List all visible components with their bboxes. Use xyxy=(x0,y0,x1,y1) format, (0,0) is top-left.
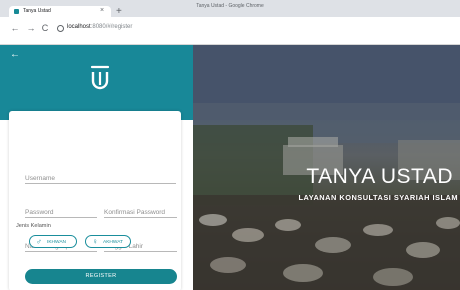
back-icon[interactable]: ← xyxy=(9,22,21,34)
confirm-password-field xyxy=(104,203,177,218)
back-arrow-icon[interactable]: ← xyxy=(10,49,20,60)
password-input[interactable] xyxy=(25,209,97,216)
password-field xyxy=(25,203,97,218)
male-icon: ♂ xyxy=(36,237,42,246)
forward-icon[interactable]: → xyxy=(25,22,37,34)
tab-close-icon[interactable]: × xyxy=(100,7,104,15)
gender-female-label: AKHWAT xyxy=(103,239,123,245)
tab-title: Tanya Ustad xyxy=(23,8,51,14)
tanya-ustad-logo-icon xyxy=(90,65,110,90)
female-icon: ♀ xyxy=(92,237,98,246)
browser-titlebar: Tanya Ustad - Google Chrome Tanya Ustad … xyxy=(0,0,460,17)
gender-male-label: IKHWAN xyxy=(47,239,67,245)
hero-title: TANYA USTAD xyxy=(306,165,453,188)
new-tab-icon[interactable]: + xyxy=(116,6,122,17)
username-field xyxy=(25,169,176,184)
browser-tab[interactable]: Tanya Ustad × xyxy=(9,6,111,17)
hero-subtitle: LAYANAN KONSULTASI SYARIAH ISLAM xyxy=(298,193,458,202)
reload-icon[interactable]: C xyxy=(39,22,51,34)
favicon-icon xyxy=(14,9,19,14)
browser-toolbar: ← → C localhost:8080/#/register xyxy=(0,17,460,45)
username-input[interactable] xyxy=(25,175,176,182)
site-info-icon[interactable] xyxy=(57,25,64,32)
address-bar[interactable]: localhost:8080/#/register xyxy=(67,24,132,30)
register-page: TANYA USTAD LAYANAN KONSULTASI SYARIAH I… xyxy=(0,45,460,290)
url-path: :8080/#/register xyxy=(90,24,133,30)
register-panel: ← Jenis Kelamin xyxy=(0,45,193,290)
url-host: localhost xyxy=(67,24,91,30)
gender-label: Jenis Kelamin xyxy=(16,223,51,229)
confirm-password-input[interactable] xyxy=(104,209,177,216)
gender-male-button[interactable]: ♂ IKHWAN xyxy=(29,235,77,248)
hero-banner: TANYA USTAD LAYANAN KONSULTASI SYARIAH I… xyxy=(193,45,460,290)
register-button[interactable]: REGISTER xyxy=(25,269,177,284)
gender-female-button[interactable]: ♀ AKHWAT xyxy=(85,235,131,248)
register-button-label: REGISTER xyxy=(85,273,117,279)
panel-header: ← xyxy=(0,45,193,120)
register-form xyxy=(9,111,181,290)
